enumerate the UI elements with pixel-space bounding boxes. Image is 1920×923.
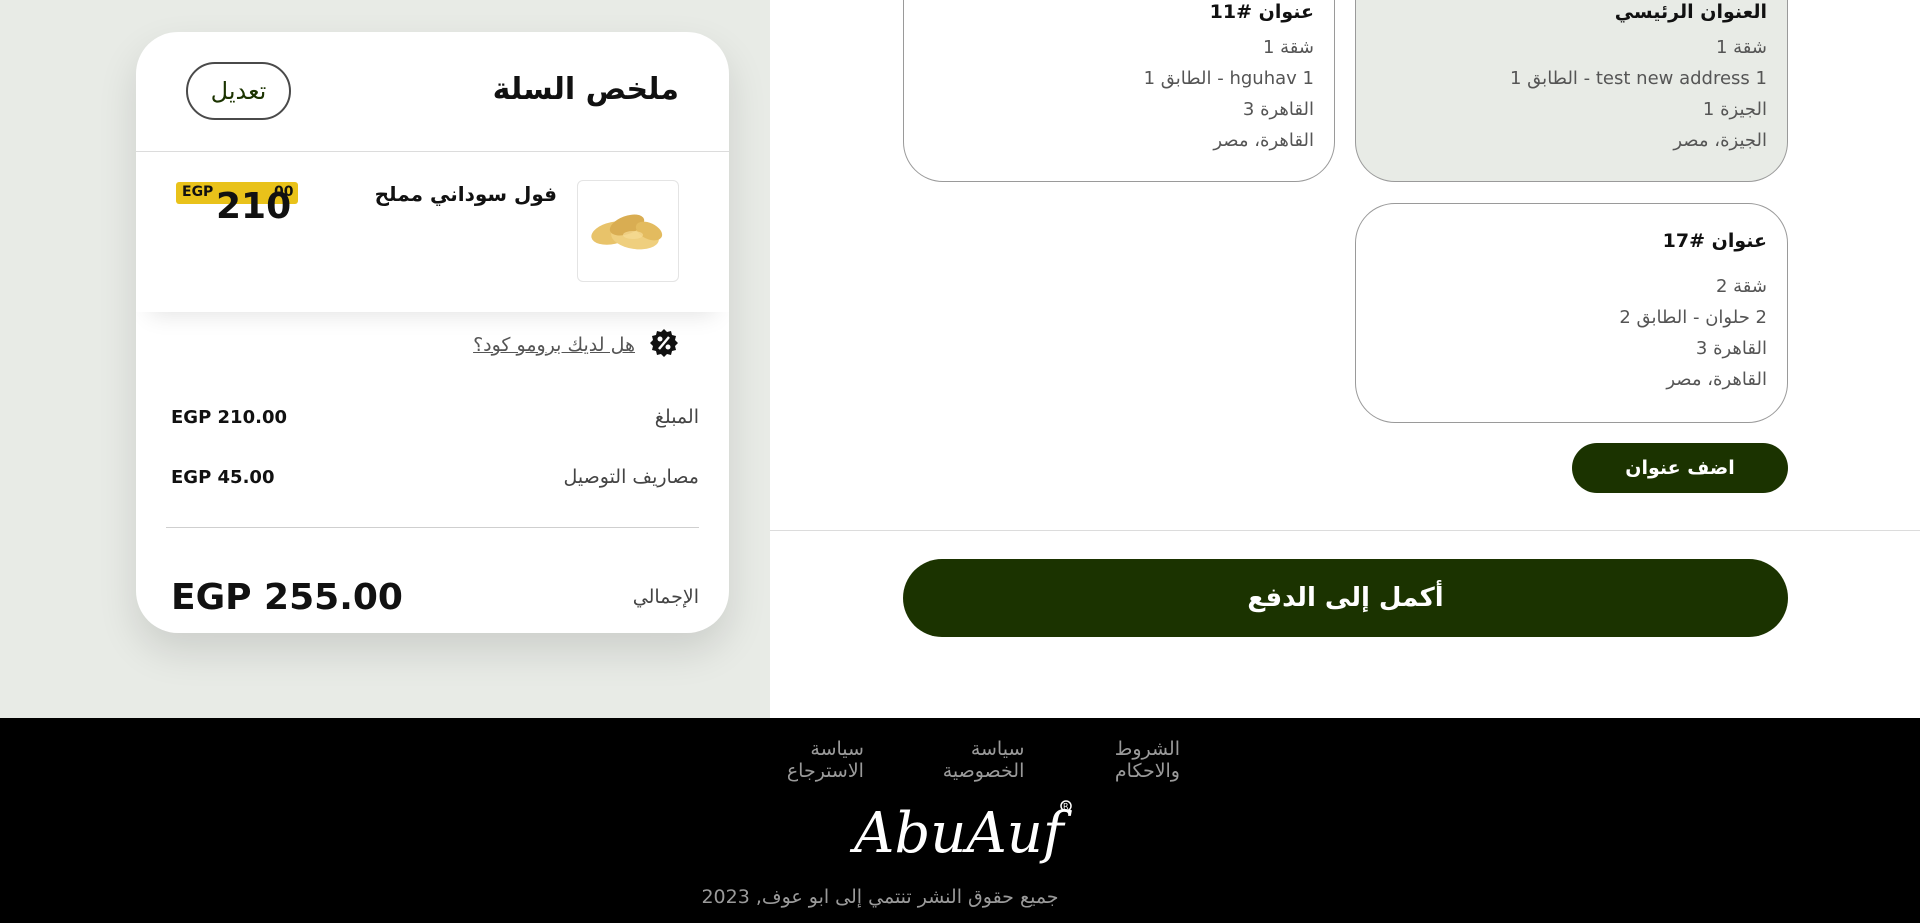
section-divider	[770, 530, 1920, 531]
address-title: عنوان #17	[1662, 230, 1767, 252]
logo-text: AbuAuf	[849, 801, 1073, 866]
cart-summary-panel: ملخص السلة تعديل فول سوداني مملح EGP 210…	[0, 0, 770, 718]
address-line: 1 test new address - الطابق 1	[1510, 68, 1767, 89]
peanut-image	[591, 214, 663, 250]
total-row: EGP 255.00 الإجمالي	[171, 572, 699, 622]
proceed-to-payment-button[interactable]: أكمل إلى الدفع	[903, 559, 1788, 637]
percent-badge-icon	[649, 328, 679, 362]
cart-summary-header: ملخص السلة تعديل	[136, 32, 729, 152]
promo-code-link[interactable]: هل لديك برومو كود؟	[473, 334, 635, 356]
promo-code-row: هل لديك برومو كود؟	[473, 328, 679, 362]
price-currency: EGP	[182, 184, 214, 200]
amount-value: EGP 210.00	[171, 406, 287, 428]
delivery-label: مصاريف التوصيل	[563, 466, 700, 488]
checkout-page: ملخص السلة تعديل فول سوداني مملح EGP 210…	[0, 0, 1920, 923]
address-line: شقة 1	[1715, 37, 1767, 58]
address-line: الجيزة، مصر	[1673, 130, 1767, 151]
add-address-button[interactable]: اضف عنوان	[1572, 443, 1788, 493]
cart-summary-card: ملخص السلة تعديل فول سوداني مملح EGP 210…	[136, 32, 729, 633]
footer-links: الشروط والاحكام سياسة الخصوصية سياسة الا…	[730, 738, 1180, 782]
address-title: عنوان #11	[1209, 1, 1314, 23]
address-title: العنوان الرئيسي	[1614, 1, 1767, 23]
footer-link-returns[interactable]: سياسة الاسترجاع	[730, 738, 864, 782]
product-image[interactable]	[577, 180, 679, 282]
address-line: القاهرة، مصر	[1213, 130, 1314, 151]
address-panel: عنوان #11 شقة 1 1 hguhav - الطابق 1 القا…	[770, 0, 1920, 718]
address-card-17[interactable]: عنوان #17 شقة 2 2 حلوان - الطابق 2 القاه…	[1355, 203, 1788, 423]
cart-item: فول سوداني مملح EGP 210 00	[136, 152, 729, 312]
delivery-value: EGP 45.00	[171, 466, 275, 488]
edit-cart-button[interactable]: تعديل	[186, 62, 291, 120]
abuauf-logo[interactable]: AbuAuf R	[848, 796, 1073, 866]
address-line: شقة 1	[1262, 37, 1314, 58]
address-line: شقة 2	[1715, 276, 1767, 297]
address-line: 1 hguhav - الطابق 1	[1143, 68, 1314, 89]
address-line: القاهرة 3	[1695, 338, 1767, 359]
address-line: الجيزة 1	[1702, 99, 1767, 120]
footer-link-privacy[interactable]: سياسة الخصوصية	[886, 738, 1025, 782]
address-card-main[interactable]: العنوان الرئيسي شقة 1 1 test new address…	[1355, 0, 1788, 182]
address-line: القاهرة 3	[1242, 99, 1314, 120]
delivery-row: EGP 45.00 مصاريف التوصيل	[171, 462, 699, 492]
footer: الشروط والاحكام سياسة الخصوصية سياسة الا…	[0, 718, 1920, 923]
summary-divider	[166, 527, 699, 528]
footer-link-terms[interactable]: الشروط والاحكام	[1046, 738, 1180, 782]
product-name[interactable]: فول سوداني مملح	[375, 182, 557, 206]
product-price: EGP 210 00	[176, 182, 298, 227]
amount-label: المبلغ	[654, 406, 699, 428]
address-card-11[interactable]: عنوان #11 شقة 1 1 hguhav - الطابق 1 القا…	[903, 0, 1335, 182]
total-label: الإجمالي	[632, 586, 699, 608]
cart-summary-title: ملخص السلة	[492, 72, 679, 107]
address-line: القاهرة، مصر	[1666, 369, 1767, 390]
amount-row: EGP 210.00 المبلغ	[171, 402, 699, 432]
copyright-text: جميع حقوق النشر تنتمي إلى ابو عوف, 2023	[701, 886, 1059, 908]
svg-text:R: R	[1063, 802, 1069, 811]
address-line: 2 حلوان - الطابق 2	[1619, 307, 1767, 328]
total-value: EGP 255.00	[171, 576, 403, 618]
price-decimal: 00	[274, 184, 294, 200]
